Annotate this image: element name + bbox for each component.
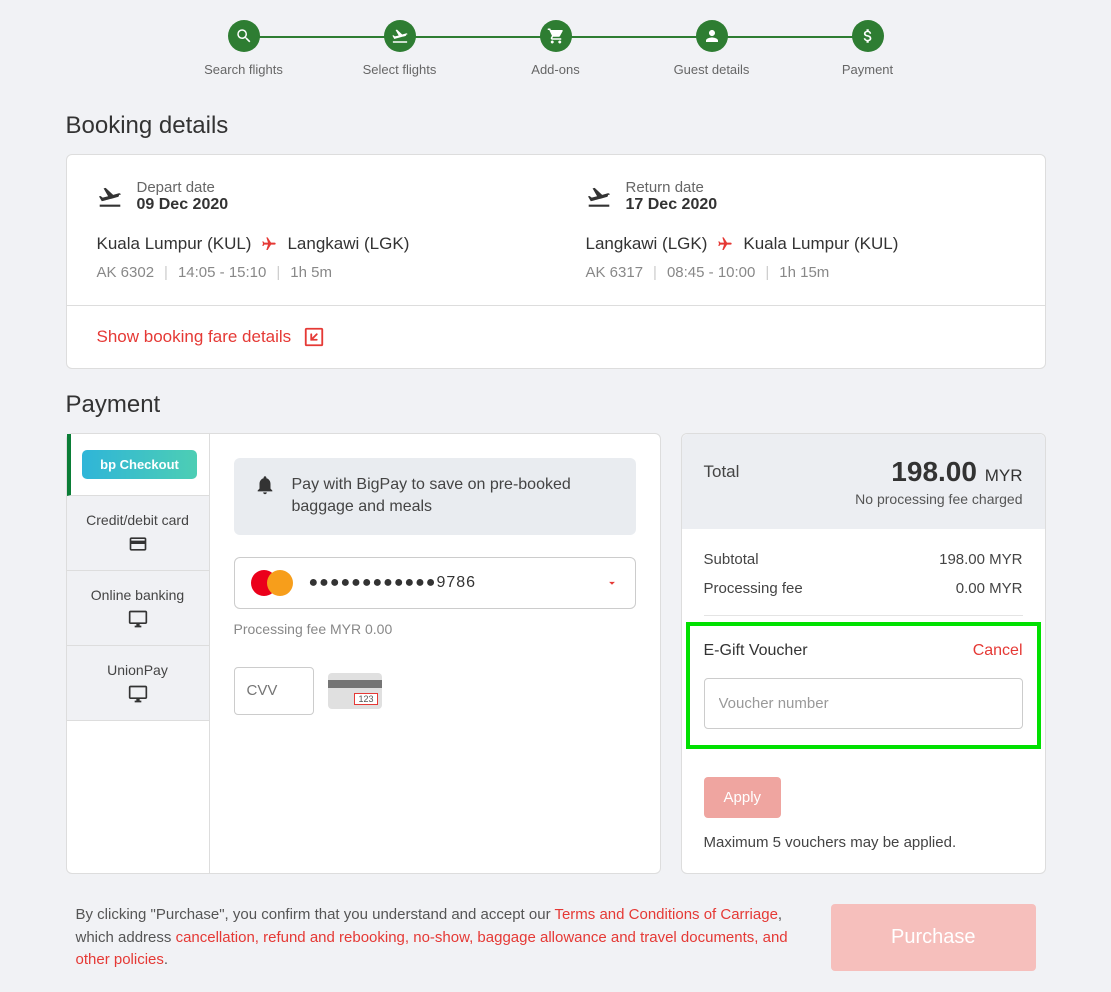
step-guest-details[interactable]: Guest details	[634, 20, 790, 77]
voucher-title: E-Gift Voucher	[704, 642, 808, 660]
return-time: 08:45 - 10:00	[667, 264, 755, 281]
depart-flight-no: AK 6302	[97, 264, 155, 281]
bigpay-info-banner: Pay with BigPay to save on pre-booked ba…	[234, 458, 636, 535]
expand-icon	[303, 326, 325, 348]
return-from: Langkawi (LGK)	[586, 234, 708, 254]
mastercard-logo-icon	[251, 570, 293, 596]
payment-method-bigpay[interactable]: bp Checkout	[67, 434, 209, 496]
no-fee-note: No processing fee charged	[704, 491, 1023, 507]
step-search-flights[interactable]: Search flights	[166, 20, 322, 77]
desktop-icon	[125, 684, 151, 704]
dollar-icon	[859, 27, 877, 45]
booking-details-title: Booking details	[66, 112, 1046, 140]
credit-card-icon	[125, 534, 151, 554]
purchase-button[interactable]: Purchase	[831, 904, 1036, 971]
bigpay-logo: bp Checkout	[82, 450, 197, 479]
payment-method-online-banking[interactable]: Online banking	[67, 571, 209, 646]
card-selector-dropdown[interactable]: ●●●●●●●●●●●●9786	[234, 557, 636, 609]
step-circle	[228, 20, 260, 52]
show-fare-details-link[interactable]: Show booking fare details	[97, 326, 1015, 348]
return-date-value: 17 Dec 2020	[626, 196, 718, 214]
plane-icon	[261, 236, 277, 252]
total-value: 198.00 MYR	[891, 456, 1022, 488]
return-flight-no: AK 6317	[586, 264, 644, 281]
voucher-max-note: Maximum 5 vouchers may be applied.	[704, 834, 1023, 851]
step-label: Payment	[842, 62, 893, 77]
step-payment[interactable]: Payment	[790, 20, 946, 77]
depart-column: Depart date 09 Dec 2020 Kuala Lumpur (KU…	[97, 179, 526, 281]
order-summary: Total 198.00 MYR No processing fee charg…	[681, 433, 1046, 874]
voucher-section-highlighted: E-Gift Voucher Cancel	[686, 622, 1041, 749]
apply-voucher-button[interactable]: Apply	[704, 777, 782, 818]
processing-fee-value: 0.00 MYR	[956, 580, 1023, 597]
return-date-label: Return date	[626, 179, 718, 196]
plane-icon	[717, 236, 733, 252]
bigpay-banner-text: Pay with BigPay to save on pre-booked ba…	[292, 474, 616, 519]
payment-method-credit[interactable]: Credit/debit card	[67, 496, 209, 571]
desktop-icon	[125, 609, 151, 629]
depart-from: Kuala Lumpur (KUL)	[97, 234, 252, 254]
policies-link[interactable]: cancellation, refund and rebooking, no-s…	[76, 929, 788, 969]
subtotal-label: Subtotal	[704, 551, 759, 568]
return-column: Return date 17 Dec 2020 Langkawi (LGK) K…	[586, 179, 1015, 281]
chevron-down-icon	[605, 576, 619, 590]
return-duration: 1h 15m	[779, 264, 829, 281]
voucher-cancel-link[interactable]: Cancel	[973, 642, 1023, 660]
payment-panel: bp Checkout Credit/debit card Online ban…	[66, 433, 661, 874]
payment-title: Payment	[66, 391, 1046, 419]
card-number-masked: ●●●●●●●●●●●●9786	[309, 574, 589, 592]
person-icon	[703, 27, 721, 45]
depart-to: Langkawi (LGK)	[287, 234, 409, 254]
step-addons[interactable]: Add-ons	[478, 20, 634, 77]
step-label: Guest details	[674, 62, 750, 77]
step-circle	[540, 20, 572, 52]
voucher-number-input[interactable]	[704, 678, 1023, 729]
processing-fee-label: Processing fee	[704, 580, 803, 597]
step-circle	[384, 20, 416, 52]
step-select-flights[interactable]: Select flights	[322, 20, 478, 77]
booking-details-card: Depart date 09 Dec 2020 Kuala Lumpur (KU…	[66, 154, 1046, 369]
payment-method-label: Online banking	[75, 587, 201, 603]
depart-time: 14:05 - 15:10	[178, 264, 266, 281]
takeoff-icon	[586, 184, 612, 210]
cvv-input[interactable]	[234, 667, 314, 715]
payment-method-label: Credit/debit card	[75, 512, 201, 528]
payment-method-label: UnionPay	[75, 662, 201, 678]
depart-date-value: 09 Dec 2020	[137, 196, 229, 214]
fare-details-label: Show booking fare details	[97, 327, 292, 347]
payment-method-unionpay[interactable]: UnionPay	[67, 646, 209, 721]
terms-link[interactable]: Terms and Conditions of Carriage	[554, 906, 777, 923]
terms-text: By clicking "Purchase", you confirm that…	[76, 904, 802, 972]
step-circle	[852, 20, 884, 52]
step-label: Search flights	[204, 62, 283, 77]
step-circle	[696, 20, 728, 52]
subtotal-value: 198.00 MYR	[939, 551, 1022, 568]
cart-icon	[547, 27, 565, 45]
depart-duration: 1h 5m	[290, 264, 332, 281]
bell-icon	[254, 474, 276, 496]
search-icon	[235, 27, 253, 45]
step-label: Add-ons	[531, 62, 579, 77]
cvv-card-illustration-icon	[328, 673, 382, 709]
progress-stepper: Search flights Select flights Add-ons Gu…	[66, 20, 1046, 77]
return-to: Kuala Lumpur (KUL)	[743, 234, 898, 254]
total-label: Total	[704, 462, 740, 482]
takeoff-icon	[97, 184, 123, 210]
takeoff-icon	[391, 27, 409, 45]
payment-method-sidebar: bp Checkout Credit/debit card Online ban…	[67, 434, 210, 873]
depart-date-label: Depart date	[137, 179, 229, 196]
processing-fee-note: Processing fee MYR 0.00	[234, 621, 636, 637]
step-label: Select flights	[363, 62, 437, 77]
